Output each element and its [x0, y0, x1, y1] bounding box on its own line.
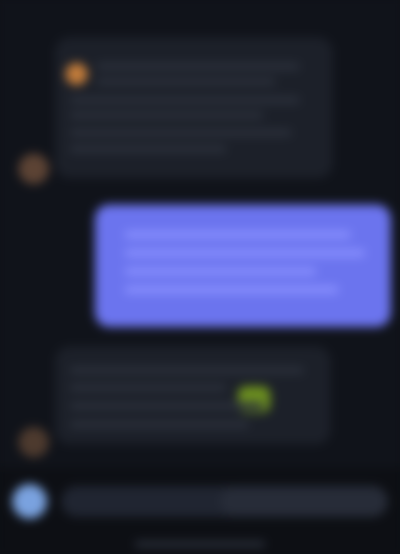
incoming-avatar-2	[18, 426, 50, 458]
incoming-avatar-1	[18, 153, 50, 185]
incoming-message-1	[55, 37, 333, 179]
chat-screen	[0, 0, 400, 554]
composer-bar	[0, 467, 400, 554]
bottom-handle	[134, 541, 266, 548]
send-button[interactable]	[220, 486, 388, 517]
profile-avatar[interactable]	[12, 484, 47, 519]
incoming-message-2	[55, 346, 331, 445]
outgoing-message-1	[94, 204, 391, 327]
emoji-icon	[65, 62, 88, 86]
